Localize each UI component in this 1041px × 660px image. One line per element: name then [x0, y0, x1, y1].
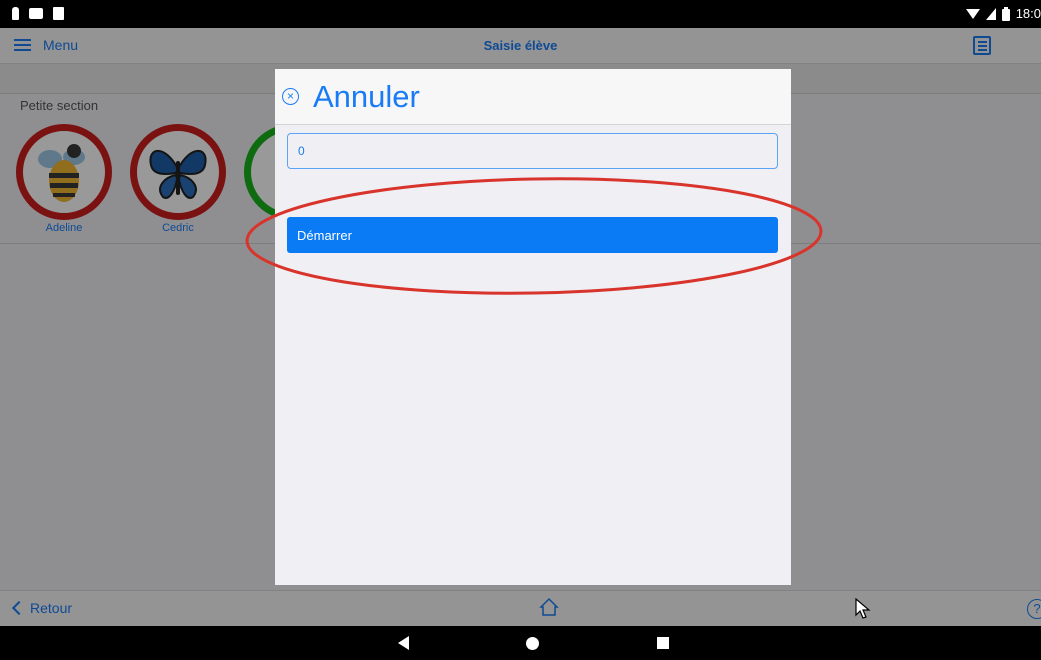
battery-icon	[1001, 6, 1010, 21]
cancel-button[interactable]: Annuler	[313, 79, 420, 115]
start-button[interactable]: Démarrer	[287, 217, 778, 253]
signal-icon	[985, 7, 996, 20]
start-modal: × Annuler Démarrer	[275, 69, 791, 585]
nav-recent-apps-icon[interactable]	[657, 637, 669, 649]
nav-home-icon[interactable]	[526, 637, 539, 650]
person-icon	[12, 7, 19, 20]
sd-card-icon	[53, 7, 64, 20]
mail-icon	[29, 8, 43, 19]
status-bar: 18:0	[0, 0, 1041, 28]
value-input[interactable]	[287, 133, 778, 169]
status-time: 18:0	[1015, 6, 1041, 21]
modal-header: × Annuler	[275, 69, 791, 125]
status-left-icons	[12, 7, 64, 20]
status-right-icons: 18:0	[965, 6, 1041, 21]
mouse-cursor-icon	[855, 598, 871, 619]
cancel-circle-icon[interactable]: ×	[282, 88, 299, 105]
nav-back-icon[interactable]	[398, 636, 409, 650]
android-nav-bar	[0, 626, 1041, 660]
wifi-icon	[965, 8, 980, 19]
